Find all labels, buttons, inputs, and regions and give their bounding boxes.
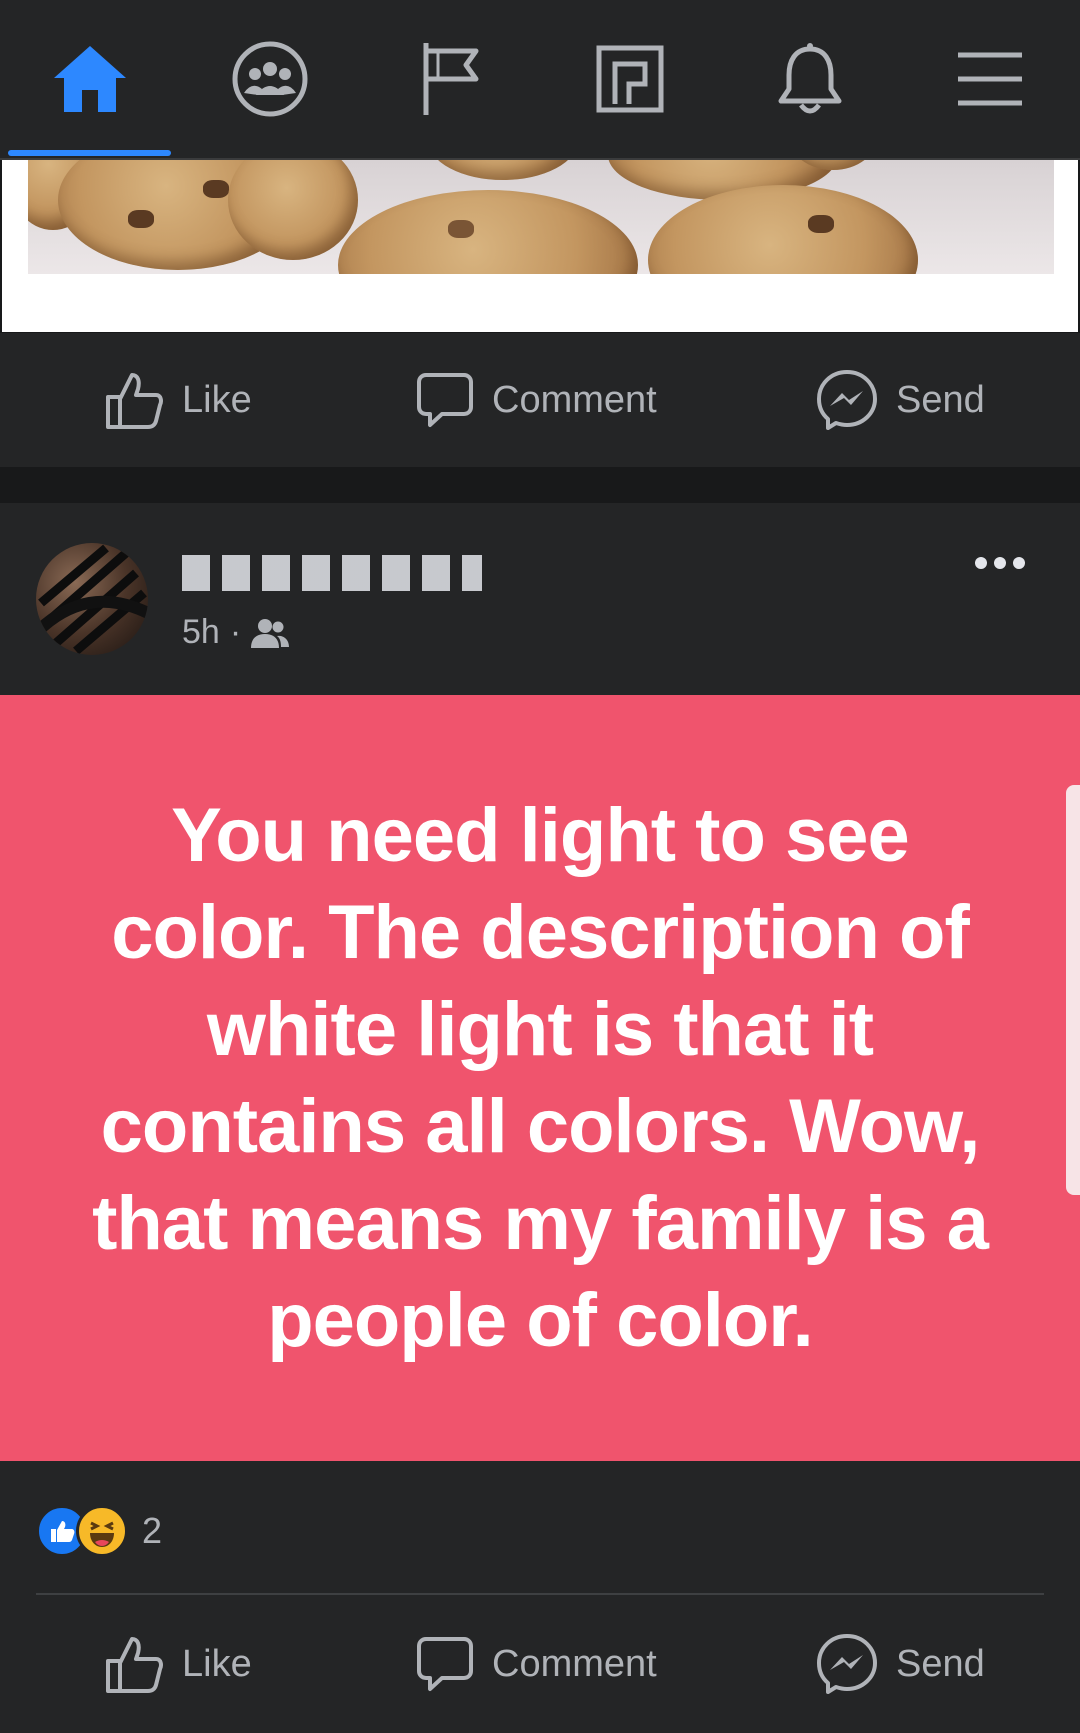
thumbs-up-icon [106, 373, 163, 429]
post-colored-background[interactable]: You need light to see color. The descrip… [0, 695, 1080, 1461]
watch-icon [596, 45, 664, 113]
post-time[interactable]: 5h [182, 613, 220, 652]
nav-home[interactable] [5, 0, 175, 158]
nav-menu[interactable] [905, 0, 1075, 158]
post-actions: Like Comment Send [0, 1595, 1080, 1733]
nav-pages[interactable] [365, 0, 535, 158]
avatar[interactable] [36, 543, 148, 655]
cookies-photo [28, 160, 1054, 274]
top-nav [0, 0, 1080, 160]
groups-icon [232, 41, 308, 117]
comment-label: Comment [492, 1642, 657, 1685]
active-tab-indicator [8, 150, 171, 156]
comment-button[interactable]: Comment [416, 333, 657, 467]
feed-separator [0, 467, 1080, 503]
comment-bubble-icon [417, 373, 473, 427]
post-text: You need light to see color. The descrip… [92, 793, 989, 1363]
post-meta: 5h · [182, 613, 290, 652]
meta-dot: · [229, 613, 242, 651]
nav-watch[interactable] [545, 0, 715, 158]
comment-bubble-icon [417, 1637, 473, 1691]
scrollbar-thumb[interactable] [1066, 785, 1080, 1195]
like-button[interactable]: Like [104, 1595, 252, 1733]
friends-icon [251, 618, 290, 648]
nav-notifications[interactable] [725, 0, 895, 158]
send-button[interactable]: Send [816, 1595, 985, 1733]
reaction-count: 2 [142, 1510, 163, 1551]
home-icon [54, 46, 126, 112]
send-label: Send [896, 1642, 985, 1685]
messenger-icon [817, 370, 877, 430]
haha-reaction-icon [76, 1505, 128, 1557]
redacted-author-name [182, 555, 482, 591]
comment-button[interactable]: Comment [416, 1595, 657, 1733]
bell-icon [778, 43, 842, 114]
post-header: 5h · [0, 503, 1080, 695]
like-label: Like [182, 378, 252, 421]
pages-flag-icon [423, 43, 479, 115]
previous-post-media[interactable] [2, 160, 1078, 332]
reaction-counts[interactable]: 2 [36, 1505, 162, 1557]
send-button[interactable]: Send [816, 333, 985, 467]
like-label: Like [182, 1642, 252, 1685]
messenger-icon [817, 1634, 877, 1694]
post-more-options-button[interactable] [970, 543, 1030, 583]
nav-groups[interactable] [185, 0, 355, 158]
like-button[interactable]: Like [104, 333, 252, 467]
menu-icon [958, 52, 1022, 106]
comment-label: Comment [492, 378, 657, 421]
send-label: Send [896, 378, 985, 421]
thumbs-up-icon [106, 1637, 163, 1693]
reactions-summary: 2 [0, 1461, 1080, 1595]
previous-post-actions: Like Comment Send [0, 333, 1080, 467]
more-dots-icon [975, 557, 1025, 569]
